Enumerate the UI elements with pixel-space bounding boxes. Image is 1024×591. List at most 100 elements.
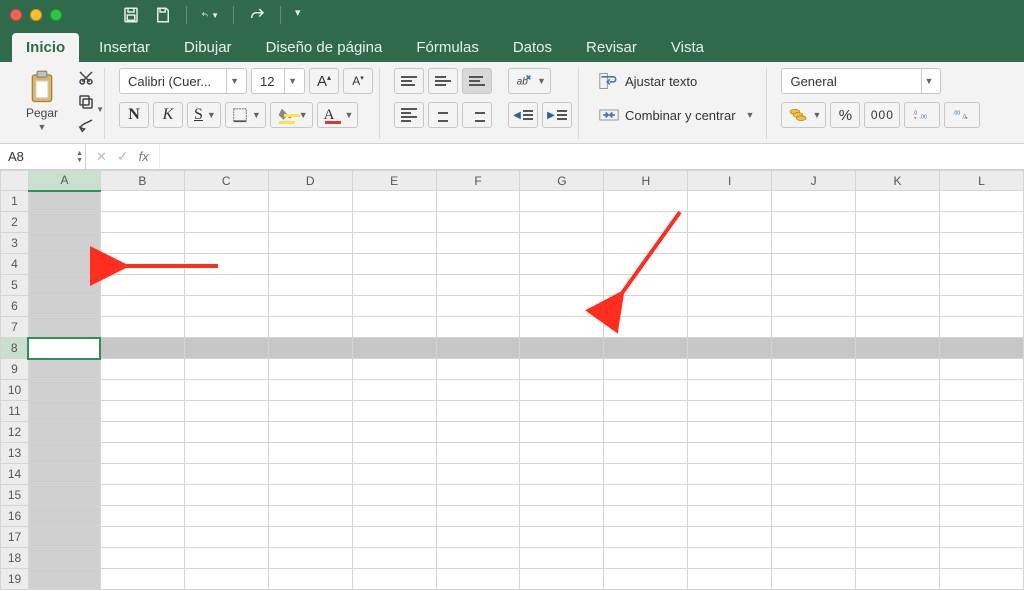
cell[interactable]	[100, 506, 184, 527]
cell[interactable]	[772, 380, 856, 401]
cell[interactable]	[688, 380, 772, 401]
cell[interactable]	[436, 527, 520, 548]
cell[interactable]	[520, 422, 604, 443]
cell[interactable]	[28, 359, 100, 380]
align-center-button[interactable]	[428, 102, 458, 128]
cell[interactable]	[772, 191, 856, 212]
cell[interactable]	[939, 422, 1023, 443]
row-header[interactable]: 11	[1, 401, 29, 422]
column-header[interactable]: F	[436, 171, 520, 191]
cell[interactable]	[604, 296, 688, 317]
cell[interactable]	[939, 506, 1023, 527]
column-header[interactable]: E	[352, 171, 436, 191]
column-header[interactable]: I	[688, 171, 772, 191]
copy-icon[interactable]: ▼	[74, 92, 98, 112]
cell[interactable]	[604, 254, 688, 275]
cell[interactable]	[856, 527, 940, 548]
cell[interactable]	[352, 338, 436, 359]
cell[interactable]	[268, 443, 352, 464]
cell[interactable]	[28, 464, 100, 485]
cell[interactable]	[352, 401, 436, 422]
cell[interactable]	[772, 401, 856, 422]
cell[interactable]	[268, 359, 352, 380]
cell[interactable]	[268, 422, 352, 443]
cell[interactable]	[268, 548, 352, 569]
cell[interactable]	[352, 254, 436, 275]
cell[interactable]	[352, 317, 436, 338]
cell[interactable]	[939, 380, 1023, 401]
borders-button[interactable]: ▼	[225, 102, 266, 128]
cell[interactable]	[688, 275, 772, 296]
cell[interactable]	[604, 212, 688, 233]
cell[interactable]	[352, 527, 436, 548]
row-header[interactable]: 16	[1, 506, 29, 527]
minimize-window-button[interactable]	[30, 9, 42, 21]
row-header[interactable]: 3	[1, 233, 29, 254]
cell[interactable]	[28, 233, 100, 254]
cell[interactable]	[100, 464, 184, 485]
accounting-format-button[interactable]: ▼	[781, 102, 826, 128]
column-header[interactable]: C	[184, 171, 268, 191]
cell[interactable]	[939, 569, 1023, 590]
row-header[interactable]: 4	[1, 254, 29, 275]
cell[interactable]	[100, 443, 184, 464]
format-painter-icon[interactable]	[74, 116, 98, 136]
cell[interactable]	[28, 212, 100, 233]
cell[interactable]	[184, 401, 268, 422]
tab-datos[interactable]: Datos	[499, 33, 566, 62]
cell[interactable]	[856, 443, 940, 464]
cell[interactable]	[28, 548, 100, 569]
row-header[interactable]: 6	[1, 296, 29, 317]
cell[interactable]	[688, 506, 772, 527]
cell[interactable]	[184, 380, 268, 401]
cell[interactable]	[520, 359, 604, 380]
row-header[interactable]: 15	[1, 485, 29, 506]
cell[interactable]	[688, 422, 772, 443]
cell[interactable]	[520, 569, 604, 590]
cell[interactable]	[352, 380, 436, 401]
cell[interactable]	[688, 296, 772, 317]
cell[interactable]	[28, 401, 100, 422]
decrease-indent-button[interactable]: ◀	[508, 102, 538, 128]
decrease-font-button[interactable]: A▾	[343, 68, 373, 94]
cell[interactable]	[436, 254, 520, 275]
wrap-text-button[interactable]: Ajustar texto	[593, 68, 760, 94]
cell[interactable]	[604, 380, 688, 401]
cell[interactable]	[520, 254, 604, 275]
cell[interactable]	[100, 317, 184, 338]
cell[interactable]	[100, 359, 184, 380]
cell[interactable]	[939, 485, 1023, 506]
cell[interactable]	[772, 506, 856, 527]
cell[interactable]	[268, 296, 352, 317]
formula-input[interactable]	[160, 144, 1024, 169]
cell[interactable]	[939, 275, 1023, 296]
cell[interactable]	[856, 380, 940, 401]
bold-button[interactable]: N	[119, 102, 149, 128]
number-format-combo[interactable]: General ▼	[781, 68, 941, 94]
cell[interactable]	[184, 422, 268, 443]
align-top-button[interactable]	[394, 68, 424, 94]
cell[interactable]	[604, 506, 688, 527]
cell[interactable]	[688, 443, 772, 464]
fx-icon[interactable]: fx	[139, 149, 149, 164]
cell[interactable]	[100, 527, 184, 548]
cell[interactable]	[856, 506, 940, 527]
cell[interactable]	[604, 401, 688, 422]
tab-revisar[interactable]: Revisar	[572, 33, 651, 62]
cell[interactable]	[772, 443, 856, 464]
cell[interactable]	[184, 443, 268, 464]
increase-decimal-button[interactable]: .0.00	[904, 102, 940, 128]
cell[interactable]	[184, 317, 268, 338]
cell[interactable]	[268, 506, 352, 527]
cell[interactable]	[436, 443, 520, 464]
cell[interactable]	[436, 422, 520, 443]
cell[interactable]	[100, 401, 184, 422]
cell[interactable]	[520, 296, 604, 317]
cell[interactable]	[184, 527, 268, 548]
cell[interactable]	[100, 254, 184, 275]
cell[interactable]	[436, 548, 520, 569]
align-left-button[interactable]	[394, 102, 424, 128]
align-right-button[interactable]	[462, 102, 492, 128]
cell[interactable]	[352, 506, 436, 527]
cell[interactable]	[100, 380, 184, 401]
